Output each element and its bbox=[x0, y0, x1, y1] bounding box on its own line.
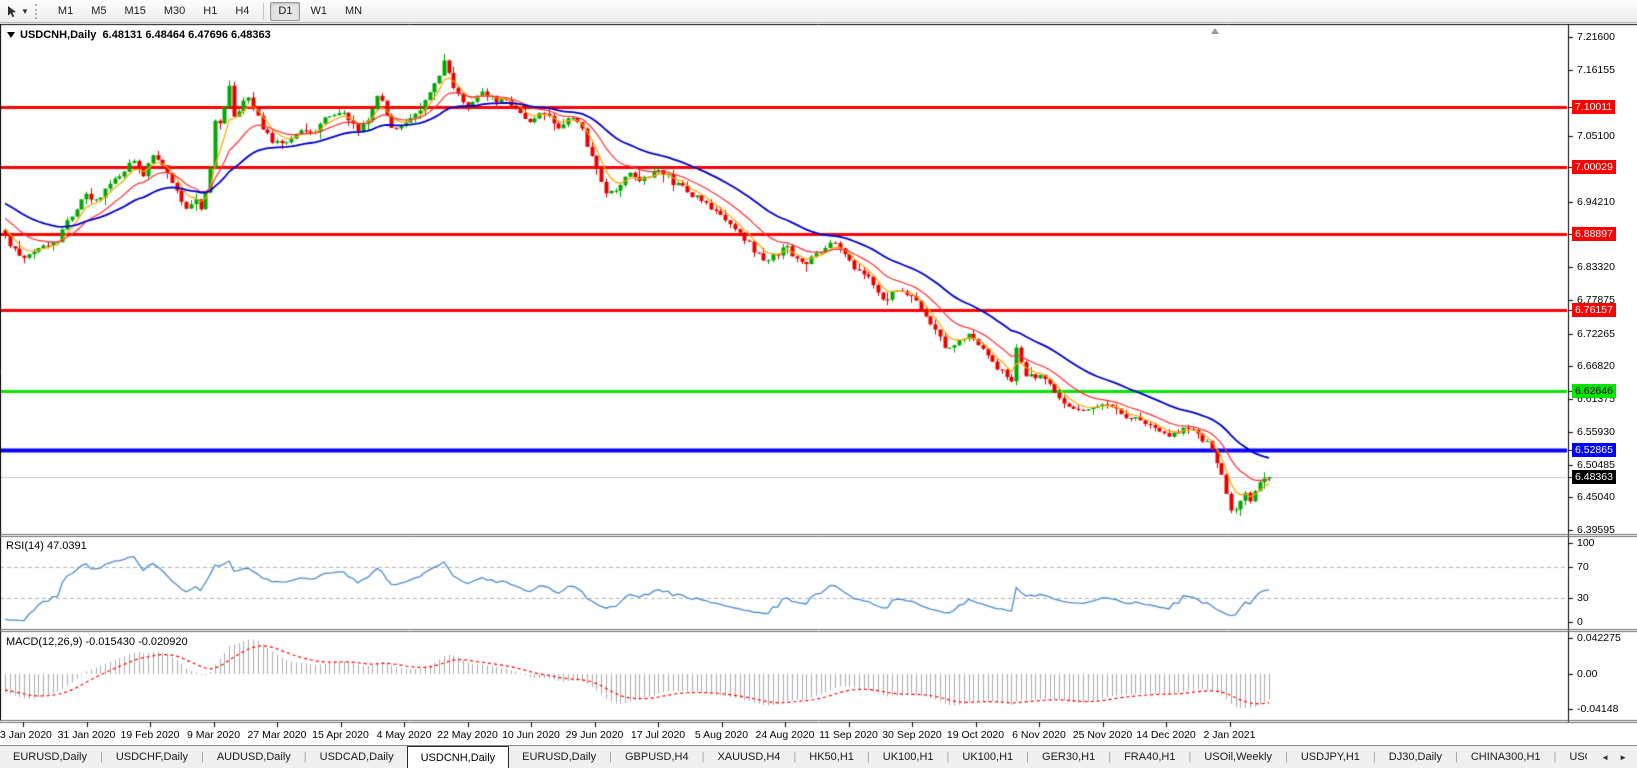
chart-tab-dj30-daily[interactable]: DJ30,Daily bbox=[1376, 746, 1455, 768]
chart-tab-eurusd-daily[interactable]: EURUSD,Daily bbox=[0, 746, 100, 768]
timeframe-button-M15[interactable]: M15 bbox=[116, 2, 153, 21]
chevron-down-icon[interactable]: ▼ bbox=[21, 7, 29, 16]
chart-tab-bar: EURUSD,Daily | USDCHF,Daily | AUDUSD,Daily | U… bbox=[0, 745, 1637, 768]
chart-tab-audusd-daily[interactable]: AUDUSD,Daily bbox=[204, 746, 304, 768]
chart-tab-eurusd-daily[interactable]: EURUSD,Daily bbox=[509, 746, 609, 768]
toolbar-grip-handle[interactable] bbox=[34, 3, 41, 19]
price-chart-canvas[interactable] bbox=[0, 0, 1637, 768]
timeframe-button-H4[interactable]: H4 bbox=[227, 2, 257, 21]
chart-tab-usdjpy-h1[interactable]: USDJPY,H1 bbox=[1288, 746, 1373, 768]
chart-tab-fra40-h1[interactable]: FRA40,H1 bbox=[1111, 746, 1188, 768]
timeframe-button-M5[interactable]: M5 bbox=[83, 2, 114, 21]
chart-tab-hk50-h1[interactable]: HK50,H1 bbox=[796, 746, 867, 768]
toolbar-separator bbox=[263, 2, 265, 20]
timeframe-toolbar: ▼ M1 M5 M15 M30 H1 H4 D1 W1 MN bbox=[0, 0, 1637, 23]
chart-tab-ger30-h1[interactable]: GER30,H1 bbox=[1029, 746, 1108, 768]
chart-tab-uk100-h1[interactable]: UK100,H1 bbox=[949, 746, 1026, 768]
timeframe-button-MN[interactable]: MN bbox=[337, 2, 370, 21]
timeframe-button-M1[interactable]: M1 bbox=[50, 2, 81, 21]
chart-tab-usdcnh-daily[interactable]: USDCNH,Daily bbox=[406, 746, 510, 768]
chart-tab-usdcad-daily[interactable]: USDCAD,Daily bbox=[307, 746, 407, 768]
tab-scroll-arrows: ◄ ► bbox=[1587, 747, 1637, 768]
timeframe-button-W1[interactable]: W1 bbox=[302, 2, 335, 21]
timeframe-button-D1[interactable]: D1 bbox=[270, 1, 301, 21]
timeframe-button-H1[interactable]: H1 bbox=[195, 2, 225, 21]
chart-shift-marker[interactable] bbox=[1211, 28, 1219, 34]
tab-scroll-left-icon[interactable]: ◄ bbox=[1601, 753, 1609, 762]
chart-tab-uk100-h1[interactable]: UK100,H1 bbox=[870, 746, 947, 768]
chart-tab-xauusd-h4[interactable]: XAUUSD,H4 bbox=[704, 746, 793, 768]
chart-tab-usoil-weekly[interactable]: USOil,Weekly bbox=[1191, 746, 1285, 768]
timeframe-button-M30[interactable]: M30 bbox=[156, 2, 193, 21]
cursor-tool-icon[interactable] bbox=[4, 3, 20, 19]
mt4-terminal-window: { "window": { "timeframes": [ {"label":"… bbox=[0, 0, 1637, 768]
chart-tab-usdchf-daily[interactable]: USDCHF,Daily bbox=[103, 746, 201, 768]
chart-tab-china300-h1[interactable]: CHINA300,H1 bbox=[1458, 746, 1554, 768]
tab-scroll-right-icon[interactable]: ► bbox=[1619, 753, 1627, 762]
chart-tab-gbpusd-h4[interactable]: GBPUSD,H4 bbox=[612, 746, 702, 768]
